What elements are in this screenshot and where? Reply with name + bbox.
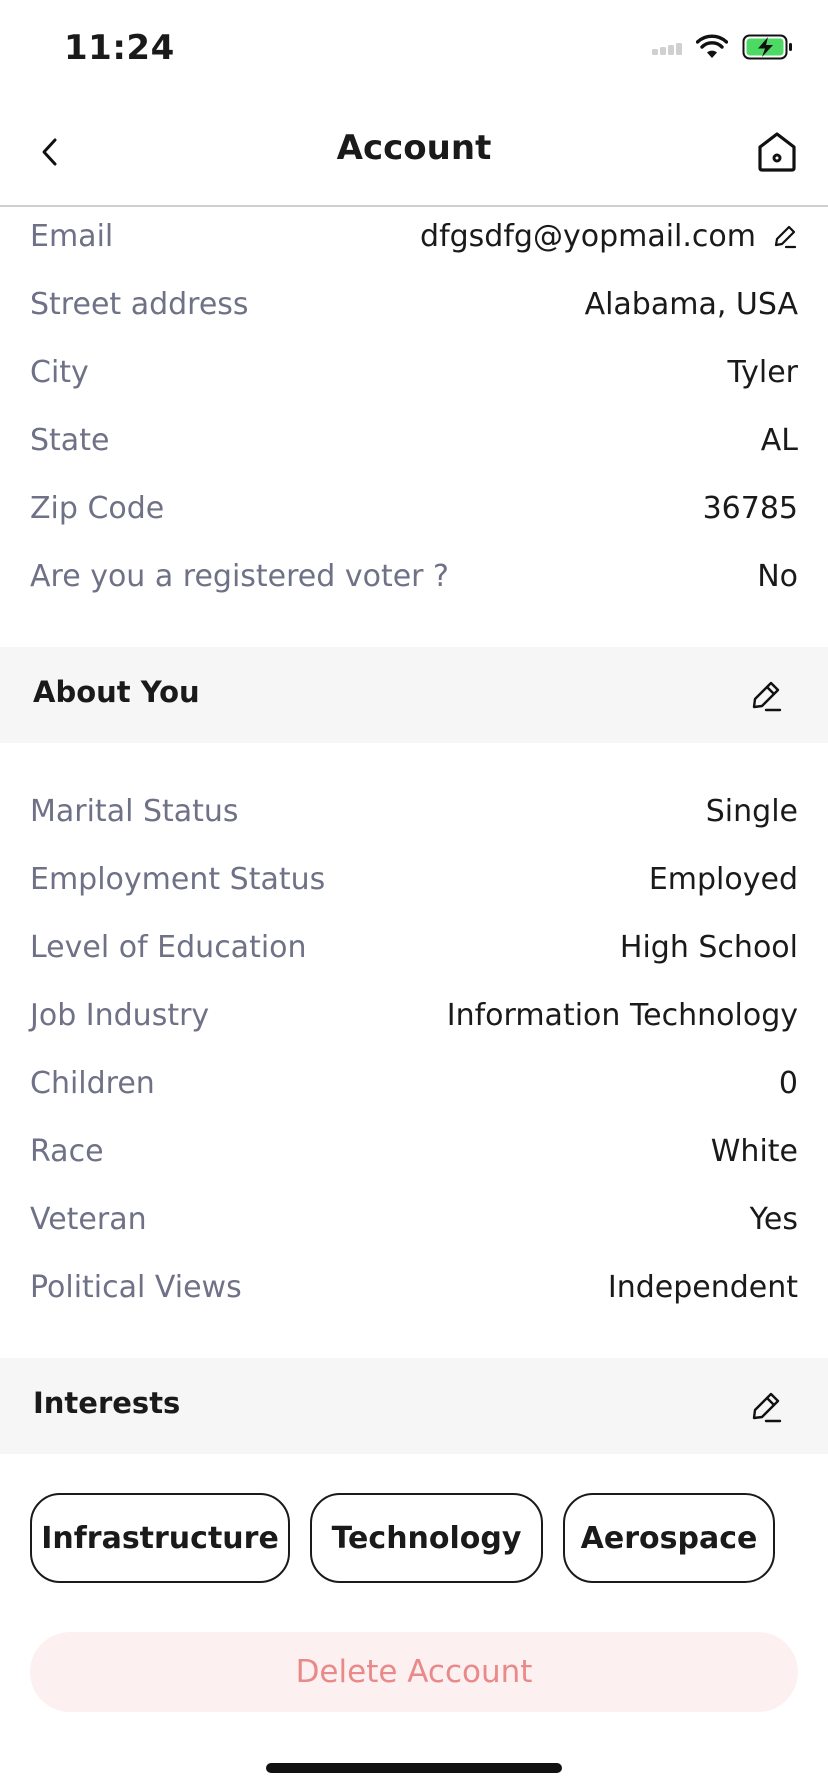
row-value: Employed [648,861,798,897]
interest-chip[interactable]: Infrastructure [30,1493,290,1583]
row-label: Race [30,1133,104,1169]
cellular-signal-icon [652,40,682,59]
veteran-row: Veteran Yes [30,1199,798,1239]
pencil-icon [752,1392,782,1423]
status-icons [652,34,794,64]
email-value: dfgsdfg@yopmail.com [420,218,756,254]
email-value-group: dfgsdfg@yopmail.com [420,219,798,254]
home-icon [758,132,796,172]
row-value: Tyler [727,354,798,390]
about-you-header: About You [0,647,828,743]
edit-interests-button[interactable] [746,1386,786,1426]
row-label: Marital Status [30,793,239,829]
row-value: 36785 [702,490,798,526]
row-value: Yes [749,1201,798,1237]
education-row: Level of Education High School [30,927,798,967]
row-label: Political Views [30,1269,242,1305]
row-label: Email [30,218,114,254]
registered-voter-row: Are you a registered voter ? No [30,556,798,596]
wifi-icon [695,34,729,64]
interest-chips: Infrastructure Technology Aerospace [30,1493,775,1583]
battery-charging-icon [742,34,794,64]
interest-chip[interactable]: Technology [310,1493,543,1583]
zip-code-row: Zip Code 36785 [30,488,798,528]
row-value: Alabama, USA [584,286,798,322]
pencil-icon[interactable] [772,223,798,249]
political-views-row: Political Views Independent [30,1267,798,1307]
status-time: 11:24 [64,28,175,68]
section-title: About You [33,675,200,709]
home-indicator [266,1763,562,1773]
edit-about-you-button[interactable] [746,675,786,715]
row-label: Veteran [30,1201,147,1237]
delete-account-button[interactable]: Delete Account [30,1632,798,1712]
row-value: 0 [778,1065,798,1101]
row-value: Information Technology [446,997,798,1033]
row-label: Job Industry [30,997,210,1033]
race-row: Race White [30,1131,798,1171]
marital-status-row: Marital Status Single [30,791,798,831]
row-label: Children [30,1065,155,1101]
pencil-icon [752,681,782,712]
row-label: Are you a registered voter ? [30,558,449,594]
state-row: State AL [30,420,798,460]
row-label: City [30,354,89,390]
row-label: Employment Status [30,861,326,897]
row-value: White [710,1133,798,1169]
home-button[interactable] [752,126,802,176]
row-value: AL [760,422,798,458]
status-bar: 11:24 [0,0,828,100]
row-value: Independent [607,1269,798,1305]
nav-bar: Account [0,100,828,207]
row-label: Street address [30,286,249,322]
email-row: Email dfgsdfg@yopmail.com [30,216,798,256]
row-label: State [30,422,110,458]
city-row: City Tyler [30,352,798,392]
row-label: Zip Code [30,490,165,526]
job-industry-row: Job Industry Information Technology [30,995,798,1035]
interest-chip[interactable]: Aerospace [563,1493,775,1583]
row-value: High School [619,929,798,965]
street-address-row: Street address Alabama, USA [30,284,798,324]
row-label: Level of Education [30,929,307,965]
employment-status-row: Employment Status Employed [30,859,798,899]
page-title: Account [336,128,492,168]
section-title: Interests [33,1386,181,1420]
row-value: Single [705,793,798,829]
row-value: No [757,558,798,594]
interests-header: Interests [0,1358,828,1454]
children-row: Children 0 [30,1063,798,1103]
